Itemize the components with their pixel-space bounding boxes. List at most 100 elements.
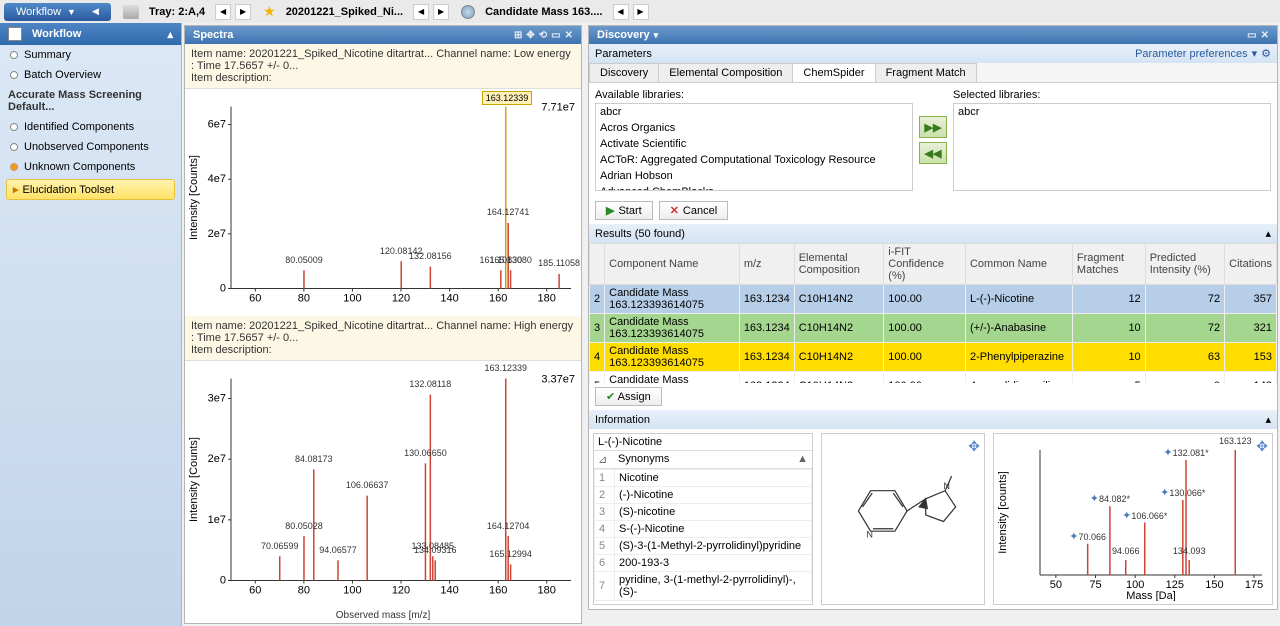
spectrum-high-energy[interactable]: 01e72e73e76080100120140160180Intensity [… — [185, 361, 581, 608]
move-icon[interactable]: ✥ — [1256, 438, 1268, 455]
column-header[interactable]: i-FIT Confidence (%) — [884, 244, 966, 285]
library-item[interactable]: abcr — [596, 104, 912, 120]
svg-text:60: 60 — [249, 293, 261, 305]
tab-chemspider[interactable]: ChemSpider — [792, 63, 875, 82]
tray-next-button[interactable]: ▶ — [235, 4, 251, 20]
synonym-row[interactable]: 6200-193-3 — [595, 555, 812, 572]
tab-discovery[interactable]: Discovery — [589, 63, 659, 82]
spectra-title: Spectra — [193, 29, 233, 41]
collapse-icon[interactable]: ▴ — [1265, 413, 1271, 426]
x-icon: ✕ — [670, 204, 679, 217]
svg-text:140: 140 — [440, 585, 458, 597]
sidebar-item-identified[interactable]: Identified Components — [0, 117, 181, 137]
svg-text:3.37e7: 3.37e7 — [541, 374, 575, 386]
table-row[interactable]: 4Candidate Mass 163.123393614075163.1234… — [590, 343, 1277, 372]
sidebar-item-unobserved[interactable]: Unobserved Components — [0, 137, 181, 157]
file-next-button[interactable]: ▶ — [433, 4, 449, 20]
discovery-title: Discovery — [597, 29, 650, 41]
svg-text:75: 75 — [1089, 579, 1101, 591]
move-right-button[interactable]: ▶▶ — [919, 116, 947, 138]
parameter-prefs-link[interactable]: Parameter preferences ▾ ⚙ — [1135, 47, 1271, 60]
library-item[interactable]: Adrian Hobson — [596, 168, 912, 184]
sidebar-title: Workflow — [32, 28, 81, 40]
column-header[interactable]: Fragment Matches — [1072, 244, 1145, 285]
available-libraries-label: Available libraries: — [595, 89, 913, 101]
synonym-row[interactable]: 7pyridine, 3-(1-methyl-2-pyrrolidinyl)-,… — [595, 572, 812, 601]
close-icon[interactable]: ✕ — [1261, 30, 1269, 41]
library-item[interactable]: Acros Organics — [596, 120, 912, 136]
spectrum-low-energy[interactable]: 02e74e76e76080100120140160180Intensity [… — [185, 89, 581, 316]
library-item[interactable]: abcr — [954, 104, 1270, 120]
tool-close-icon[interactable]: ✕ — [565, 30, 573, 41]
svg-text:Intensity [counts]: Intensity [counts] — [997, 471, 1009, 554]
synonym-row[interactable]: 2(-)-Nicotine — [595, 487, 812, 504]
collapse-icon[interactable]: ▴ — [1265, 227, 1271, 240]
svg-text:0: 0 — [220, 283, 226, 295]
tool-minimize-icon[interactable]: ▭ — [551, 30, 560, 41]
column-header[interactable]: Elemental Composition — [794, 244, 884, 285]
column-header[interactable]: Predicted Intensity (%) — [1145, 244, 1224, 285]
file-tab-label: 20201221_Spiked_Ni... — [280, 4, 409, 20]
synonym-row[interactable]: 4S-(-)-Nicotine — [595, 521, 812, 538]
synonym-row[interactable]: 3(S)-nicotine — [595, 504, 812, 521]
synonym-row[interactable]: 1Nicotine — [595, 470, 812, 487]
column-header[interactable] — [590, 244, 605, 285]
column-header[interactable]: m/z — [739, 244, 794, 285]
move-icon[interactable]: ✥ — [968, 438, 980, 455]
sidebar-item-summary[interactable]: Summary — [0, 45, 181, 65]
svg-text:100: 100 — [343, 293, 361, 305]
synonym-row[interactable]: 5(S)-3-(1-Methyl-2-pyrrolidinyl)pyridine — [595, 538, 812, 555]
workflow-dropdown[interactable]: Workflow ▼ ◀ — [4, 3, 111, 21]
minimize-icon[interactable]: ▭ — [1247, 30, 1256, 41]
tool-pan-icon[interactable]: ✥ — [526, 30, 534, 41]
library-item[interactable]: ACToR: Aggregated Computational Toxicolo… — [596, 152, 912, 168]
svg-text:120: 120 — [392, 585, 410, 597]
table-row[interactable]: 3Candidate Mass 163.123393614075163.1234… — [590, 314, 1277, 343]
predicted-spectrum[interactable]: ✥ 5075100125150175Intensity [counts]Mass… — [993, 433, 1273, 605]
chevron-down-icon: ▾ — [654, 30, 659, 41]
tray-prev-button[interactable]: ◀ — [215, 4, 231, 20]
svg-text:2e7: 2e7 — [208, 453, 226, 465]
table-row[interactable]: 2Candidate Mass 163.123393614075163.1234… — [590, 285, 1277, 314]
assign-button[interactable]: ✔ Assign — [595, 387, 662, 406]
cancel-button[interactable]: ✕Cancel — [659, 201, 728, 220]
star-icon: ★ — [263, 3, 276, 20]
svg-text:2e7: 2e7 — [208, 228, 226, 240]
tool-zoom-icon[interactable]: ⊞ — [514, 30, 522, 41]
sidebar-item-elucidation[interactable]: ▸Elucidation Toolset — [6, 179, 175, 200]
discovery-tabs: DiscoveryElemental CompositionChemSpider… — [589, 63, 1277, 83]
cand-prev-button[interactable]: ◀ — [613, 4, 629, 20]
svg-text:N: N — [867, 530, 873, 540]
tab-fragment-match[interactable]: Fragment Match — [875, 63, 977, 82]
column-header[interactable]: Common Name — [965, 244, 1072, 285]
file-prev-button[interactable]: ◀ — [413, 4, 429, 20]
selected-libraries-list[interactable]: abcr — [953, 103, 1271, 191]
sidebar-item-batch[interactable]: Batch Overview — [0, 65, 181, 85]
tab-candidate[interactable]: Candidate Mass 163.... ◀ ▶ — [461, 4, 648, 20]
table-row[interactable]: 5Candidate Mass 163.123393614075163.1234… — [590, 372, 1277, 384]
structure-viewer[interactable]: ✥ N — [821, 433, 985, 605]
tray-label: Tray: 2:A,4 — [143, 4, 211, 20]
synonyms-table[interactable]: 1Nicotine2(-)-Nicotine3(S)-nicotine4S-(-… — [594, 469, 812, 604]
cand-next-button[interactable]: ▶ — [633, 4, 649, 20]
discovery-header[interactable]: Discovery ▾ ▭ ✕ — [589, 26, 1277, 44]
library-item[interactable]: Advanced ChemBlocks — [596, 184, 912, 191]
tool-reset-icon[interactable]: ⟲ — [539, 30, 547, 41]
move-left-button[interactable]: ◀◀ — [919, 142, 947, 164]
svg-text:160: 160 — [489, 293, 507, 305]
sidebar-header[interactable]: + Workflow ▴ — [0, 23, 181, 45]
start-button[interactable]: ▶Start — [595, 201, 653, 220]
synonyms-header: Synonyms — [618, 453, 669, 466]
sidebar-item-unknown[interactable]: Unknown Components — [0, 157, 181, 177]
results-table-container[interactable]: Component Namem/zElemental Compositioni-… — [589, 243, 1277, 383]
compound-name: L-(-)-Nicotine — [594, 434, 812, 451]
tab-elemental-composition[interactable]: Elemental Composition — [658, 63, 793, 82]
column-header[interactable]: Component Name — [605, 244, 740, 285]
column-header[interactable]: Citations — [1225, 244, 1277, 285]
gear-icon[interactable]: ⚙ — [1261, 47, 1271, 60]
svg-text:160: 160 — [489, 585, 507, 597]
svg-text:140: 140 — [440, 293, 458, 305]
library-item[interactable]: Activate Scientific — [596, 136, 912, 152]
available-libraries-list[interactable]: abcrAcros OrganicsActivate ScientificACT… — [595, 103, 913, 191]
tab-file[interactable]: ★ 20201221_Spiked_Ni... ◀ ▶ — [263, 3, 449, 20]
